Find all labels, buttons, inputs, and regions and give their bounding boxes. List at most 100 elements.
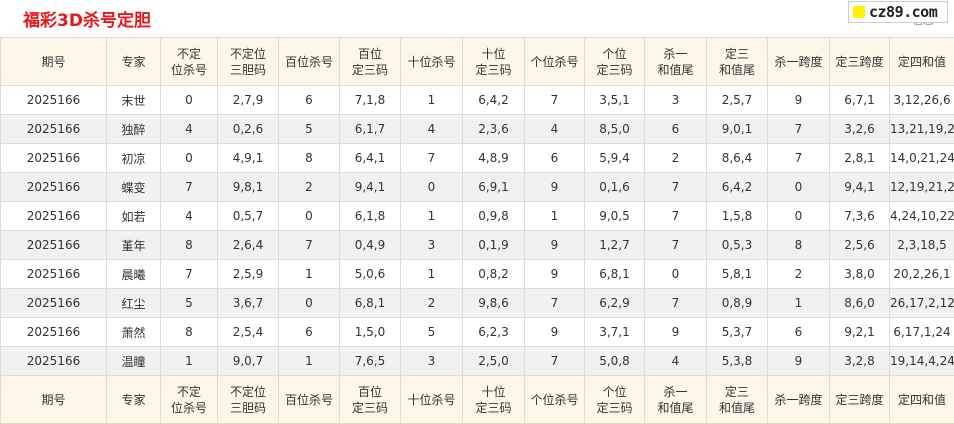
column-label-line1: 杀一	[645, 384, 706, 400]
table-cell: 9,4,1	[340, 173, 401, 202]
column-label-line1: 专家	[107, 392, 160, 408]
top-bar: 福彩3D杀号定胆 信息 cz89.com	[0, 0, 954, 37]
table-cell: 4	[161, 202, 218, 231]
table-cell: 2025166	[1, 202, 107, 231]
table-cell: 0	[161, 86, 218, 115]
table-cell: 12,19,21,2	[890, 173, 954, 202]
table-cell: 0	[768, 202, 830, 231]
table-cell: 9,2,1	[830, 318, 890, 347]
column-label-line1: 十位	[463, 384, 524, 400]
table-cell: 6,7,1	[830, 86, 890, 115]
table-cell: 2025166	[1, 289, 107, 318]
site-logo[interactable]: cz89.com	[848, 1, 948, 23]
table-row: 2025166如若40,5,706,1,810,9,819,0,571,5,80…	[1, 202, 954, 231]
table-row: 2025166蝶变79,8,129,4,106,9,190,1,676,4,20…	[1, 173, 954, 202]
table-cell[interactable]: 蝶变	[107, 173, 161, 202]
table-cell: 2025166	[1, 86, 107, 115]
table-cell: 3,5,1	[585, 86, 645, 115]
column-label-line1: 不定位	[218, 384, 278, 400]
table-cell[interactable]: 温瞳	[107, 347, 161, 376]
table-cell[interactable]: 如若	[107, 202, 161, 231]
table-cell: 2025166	[1, 260, 107, 289]
table-cell: 7	[645, 289, 707, 318]
table-footer-header-row: 期号专家不定位杀号不定位三胆码百位杀号百位定三码十位杀号十位定三码个位杀号个位定…	[1, 376, 954, 424]
footer-header-col-11: 定三和值尾	[707, 376, 768, 424]
site-logo-text: cz89.com	[869, 3, 937, 21]
table-cell: 1	[279, 260, 340, 289]
table-cell: 5,8,1	[707, 260, 768, 289]
column-label-line1: 期号	[1, 392, 106, 408]
table-cell: 1,2,7	[585, 231, 645, 260]
table-cell[interactable]: 初凉	[107, 144, 161, 173]
table-cell: 6	[279, 86, 340, 115]
table-cell: 5	[279, 115, 340, 144]
table-cell: 0	[279, 202, 340, 231]
footer-header-col-10: 杀一和值尾	[645, 376, 707, 424]
table-cell: 6,4,2	[463, 86, 525, 115]
table-cell: 5,3,7	[707, 318, 768, 347]
table-cell: 7,6,5	[340, 347, 401, 376]
table-cell: 1	[768, 289, 830, 318]
table-cell: 2	[645, 144, 707, 173]
table-cell: 5,0,8	[585, 347, 645, 376]
table-cell: 1,5,8	[707, 202, 768, 231]
table-cell: 7	[279, 231, 340, 260]
table-cell: 0,4,9	[340, 231, 401, 260]
column-label-line1: 十位杀号	[401, 54, 462, 70]
table-cell: 9	[768, 347, 830, 376]
column-label-line1: 不定	[161, 384, 217, 400]
table-cell[interactable]: 堇年	[107, 231, 161, 260]
table-cell: 1	[161, 347, 218, 376]
footer-header-col-2: 不定位杀号	[161, 376, 218, 424]
table-cell: 9,0,1	[707, 115, 768, 144]
table-cell: 3,12,26,6	[890, 86, 954, 115]
table-cell[interactable]: 独醉	[107, 115, 161, 144]
table-cell: 6	[768, 318, 830, 347]
table-cell: 2025166	[1, 144, 107, 173]
table-cell: 0,8,2	[463, 260, 525, 289]
column-label-line1: 个位杀号	[525, 54, 584, 70]
table-cell: 13,21,19,27	[890, 115, 954, 144]
header-col-5: 百位定三码	[340, 38, 401, 86]
table-cell[interactable]: 末世	[107, 86, 161, 115]
table-row: 2025166初凉04,9,186,4,174,8,965,9,428,6,47…	[1, 144, 954, 173]
table-cell: 14,0,21,24	[890, 144, 954, 173]
page-title: 福彩3D杀号定胆	[23, 6, 151, 31]
table-cell: 9	[525, 231, 585, 260]
column-label-line1: 十位杀号	[401, 392, 462, 408]
table-cell: 2,5,9	[218, 260, 279, 289]
table-cell: 6,2,9	[585, 289, 645, 318]
table-cell: 2,7,9	[218, 86, 279, 115]
column-label-line1: 个位	[585, 384, 644, 400]
table-cell[interactable]: 萧然	[107, 318, 161, 347]
header-col-2: 不定位杀号	[161, 38, 218, 86]
header-col-0: 期号	[1, 38, 107, 86]
table-cell: 2025166	[1, 115, 107, 144]
table-row: 2025166末世02,7,967,1,816,4,273,5,132,5,79…	[1, 86, 954, 115]
footer-header-col-8: 个位杀号	[525, 376, 585, 424]
table-cell: 2,8,1	[830, 144, 890, 173]
column-label-line2: 定三码	[585, 400, 644, 416]
table-cell: 4,8,9	[463, 144, 525, 173]
header-col-8: 个位杀号	[525, 38, 585, 86]
table-cell: 8	[768, 231, 830, 260]
table-cell: 6	[645, 115, 707, 144]
column-label-line2: 定三码	[463, 400, 524, 416]
column-label-line2: 三胆码	[218, 62, 278, 78]
table-cell: 6,9,1	[463, 173, 525, 202]
table-cell: 9,8,1	[218, 173, 279, 202]
table-row: 2025166晨曦72,5,915,0,610,8,296,8,105,8,12…	[1, 260, 954, 289]
table-cell: 5,3,8	[707, 347, 768, 376]
table-cell: 6,17,1,24	[890, 318, 954, 347]
table-cell: 7	[161, 173, 218, 202]
table-cell[interactable]: 红尘	[107, 289, 161, 318]
table-cell: 8	[279, 144, 340, 173]
header-col-10: 杀一和值尾	[645, 38, 707, 86]
table-cell: 6,1,7	[340, 115, 401, 144]
table-cell: 2	[768, 260, 830, 289]
table-cell[interactable]: 晨曦	[107, 260, 161, 289]
table-cell: 5,9,4	[585, 144, 645, 173]
table-cell: 9	[525, 260, 585, 289]
column-label-line1: 专家	[107, 54, 160, 70]
table-cell: 0	[161, 144, 218, 173]
